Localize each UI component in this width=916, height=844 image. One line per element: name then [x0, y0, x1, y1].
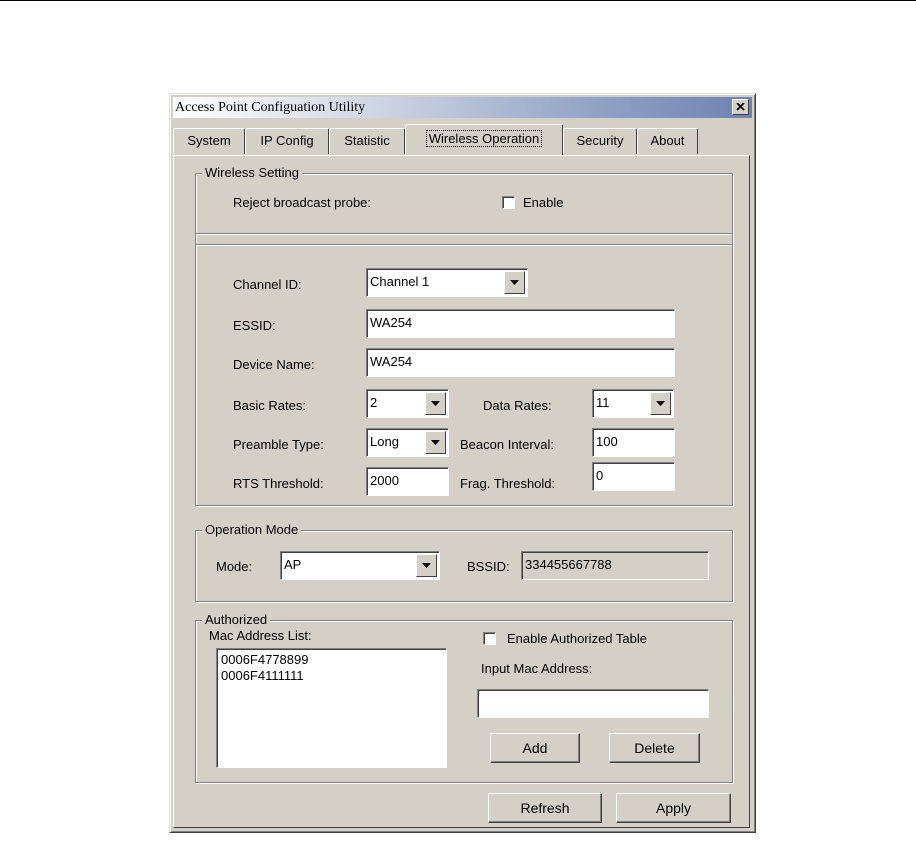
wireless-setting-group: Wireless Setting Reject broadcast probe:… — [195, 165, 733, 506]
mode-dropdown-button[interactable] — [416, 554, 437, 577]
bssid-label: BSSID: — [467, 559, 510, 574]
close-button[interactable] — [732, 99, 749, 115]
essid-label: ESSID: — [233, 318, 276, 333]
delete-button[interactable]: Delete — [609, 733, 700, 763]
basic-rates-select[interactable]: 2 — [366, 389, 449, 418]
input-mac-address-label: Input Mac Address: — [481, 661, 593, 676]
bssid-field: 334455667788 — [521, 551, 709, 580]
data-rates-value: 11 — [596, 395, 610, 410]
frag-threshold-input[interactable]: 0 — [592, 462, 675, 491]
tab-ip-config[interactable]: IP Config — [245, 128, 329, 154]
rts-threshold-input[interactable]: 2000 — [366, 467, 449, 496]
add-button[interactable]: Add — [490, 733, 580, 763]
basic-rates-label: Basic Rates: — [233, 398, 306, 413]
tab-wireless-operation-label: Wireless Operation — [425, 130, 543, 147]
reject-broadcast-probe-label: Reject broadcast probe: — [233, 195, 372, 210]
beacon-interval-input[interactable]: 100 — [592, 428, 675, 457]
apply-button[interactable]: Apply — [616, 793, 731, 823]
chevron-down-icon — [510, 280, 519, 285]
basic-rates-dropdown-button[interactable] — [425, 392, 446, 415]
data-rates-select[interactable]: 11 — [592, 389, 674, 418]
close-icon — [736, 103, 745, 111]
window-title: Access Point Configuation Utility — [175, 100, 366, 115]
channel-id-label: Channel ID: — [233, 277, 302, 292]
operation-mode-legend: Operation Mode — [202, 522, 302, 537]
wireless-setting-legend: Wireless Setting — [202, 165, 302, 180]
tab-about[interactable]: About — [637, 128, 698, 154]
enable-authorized-table-label: Enable Authorized Table — [507, 631, 647, 646]
beacon-interval-label: Beacon Interval: — [460, 437, 554, 452]
mac-list-item[interactable]: 0006F4111111 — [221, 668, 442, 684]
chevron-down-icon — [422, 563, 431, 568]
mac-address-listbox[interactable]: 0006F4778899 0006F4111111 — [216, 648, 447, 768]
chevron-down-icon — [431, 401, 440, 406]
basic-rates-value: 2 — [370, 395, 378, 410]
preamble-type-dropdown-button[interactable] — [425, 431, 446, 454]
essid-input[interactable]: WA254 — [366, 309, 675, 338]
data-rates-label: Data Rates: — [483, 398, 552, 413]
input-mac-address-field[interactable] — [477, 689, 709, 718]
channel-id-select[interactable]: Channel 1 — [366, 268, 528, 297]
frag-threshold-label: Frag. Threshold: — [460, 476, 556, 491]
enable-authorized-table-checkbox[interactable] — [483, 632, 496, 645]
tab-system[interactable]: System — [173, 128, 245, 154]
mode-select[interactable]: AP — [280, 551, 440, 580]
chevron-down-icon — [431, 440, 440, 445]
preamble-type-label: Preamble Type: — [233, 437, 324, 452]
wireless-operation-panel: Wireless Setting Reject broadcast probe:… — [173, 155, 750, 828]
device-name-label: Device Name: — [233, 357, 315, 372]
preamble-type-value: Long — [370, 434, 399, 449]
channel-id-dropdown-button[interactable] — [504, 271, 525, 294]
data-rates-dropdown-button[interactable] — [650, 392, 671, 415]
mode-label: Mode: — [216, 559, 253, 574]
rts-threshold-label: RTS Threshold: — [233, 476, 324, 491]
authorized-legend: Authorized — [202, 612, 271, 627]
config-window: Access Point Configuation Utility System… — [169, 93, 756, 833]
authorized-group: Authorized Mac Address List: 0006F477889… — [195, 612, 733, 783]
top-rule — [0, 0, 916, 1]
operation-mode-group: Operation Mode Mode: AP BSSID: 334455667… — [195, 522, 733, 602]
tab-wireless-operation[interactable]: Wireless Operation — [405, 124, 563, 155]
chevron-down-icon — [656, 401, 665, 406]
tab-statistic[interactable]: Statistic — [329, 128, 405, 154]
channel-id-value: Channel 1 — [370, 274, 430, 289]
refresh-button[interactable]: Refresh — [488, 793, 602, 823]
device-name-input[interactable]: WA254 — [366, 348, 675, 377]
mode-value: AP — [284, 557, 302, 572]
enable-label: Enable — [523, 195, 564, 210]
title-bar[interactable]: Access Point Configuation Utility — [173, 97, 752, 118]
mac-address-list-label: Mac Address List: — [209, 628, 312, 643]
reject-broadcast-probe-checkbox[interactable] — [502, 196, 515, 209]
mac-list-item[interactable]: 0006F4778899 — [221, 652, 442, 668]
preamble-type-select[interactable]: Long — [366, 428, 449, 457]
tab-security[interactable]: Security — [563, 128, 637, 154]
section-divider — [196, 233, 732, 245]
